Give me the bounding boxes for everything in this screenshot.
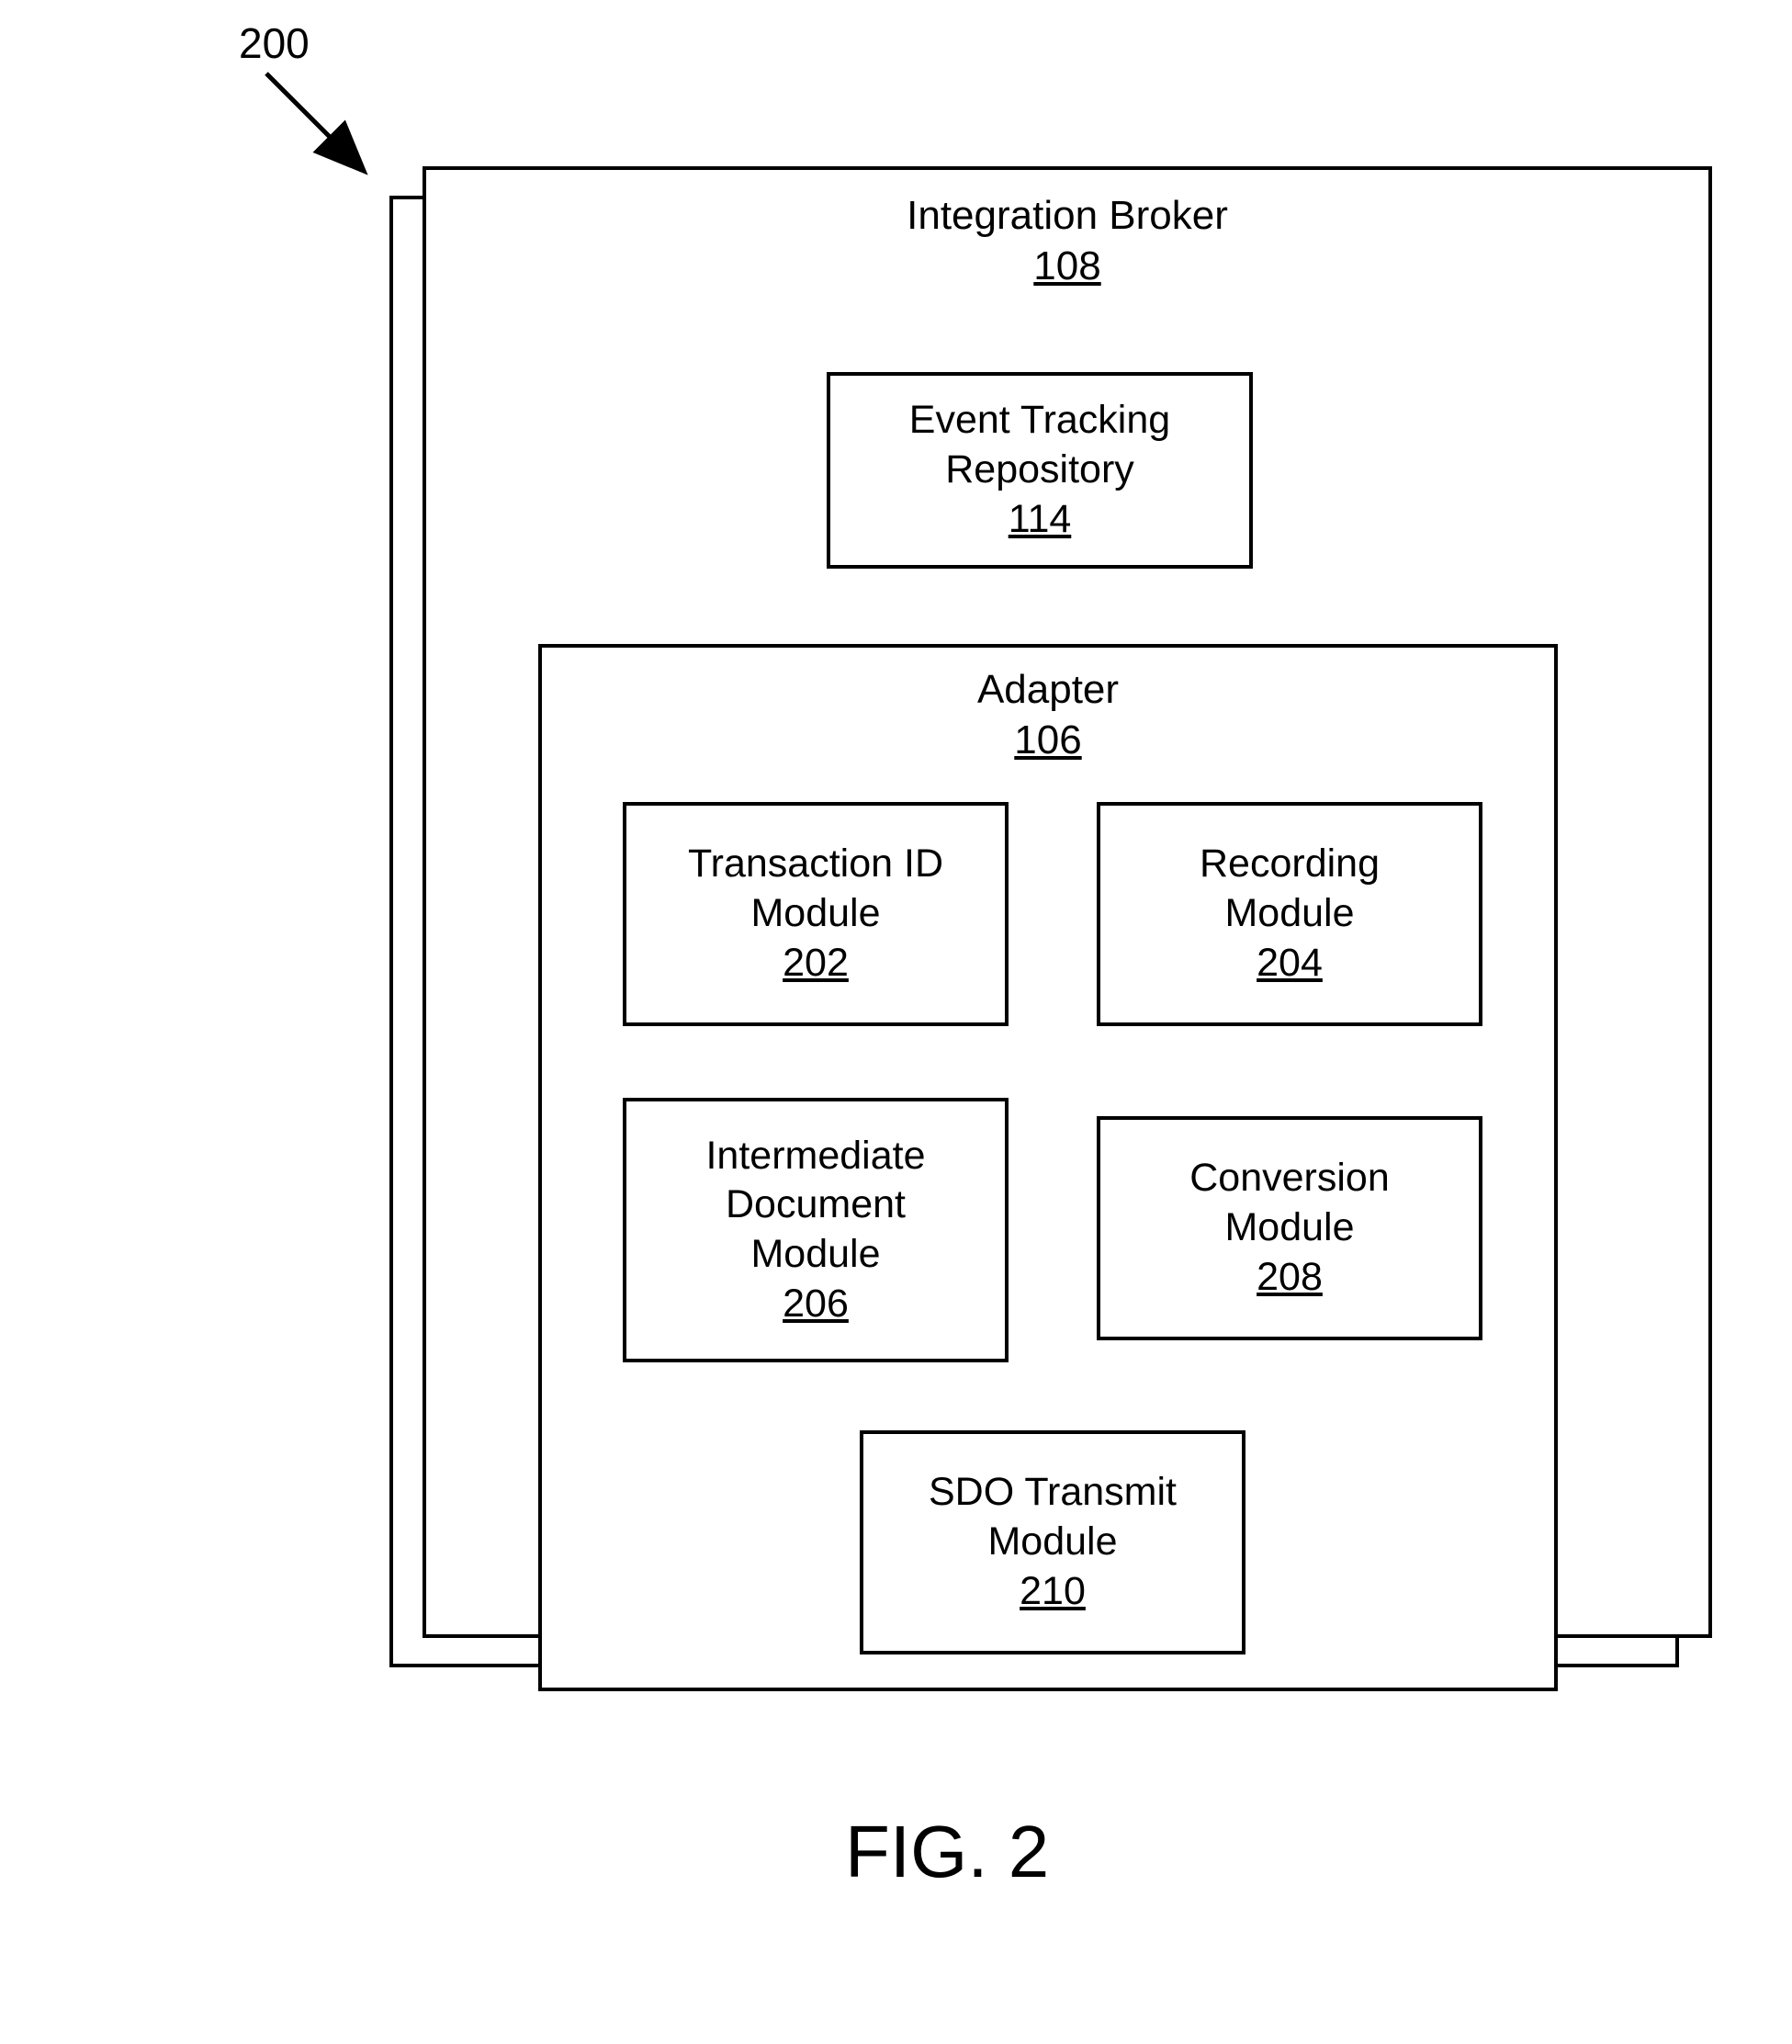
figure-caption: FIG. 2 bbox=[845, 1810, 1049, 1894]
tid-ref: 202 bbox=[783, 939, 849, 988]
sdo-transmit-module-box: SDO Transmit Module 210 bbox=[860, 1430, 1245, 1654]
rec-line2: Module bbox=[1224, 889, 1354, 939]
event-tracking-repository-box: Event Tracking Repository 114 bbox=[827, 372, 1253, 569]
intermediate-document-module-box: Intermediate Document Module 206 bbox=[623, 1098, 1009, 1362]
repo-line1: Event Tracking bbox=[909, 396, 1170, 446]
tid-line1: Transaction ID bbox=[688, 840, 943, 889]
idoc-line1: Intermediate bbox=[705, 1132, 925, 1181]
broker-ref: 108 bbox=[1033, 243, 1100, 288]
transaction-id-module-box: Transaction ID Module 202 bbox=[623, 802, 1009, 1026]
adapter-box: Adapter 106 Transaction ID Module 202 Re… bbox=[538, 644, 1558, 1691]
repo-line2: Repository bbox=[945, 446, 1134, 495]
broker-title: Integration Broker bbox=[907, 193, 1228, 238]
idoc-line3: Module bbox=[750, 1230, 880, 1280]
broker-title-block: Integration Broker 108 bbox=[426, 190, 1708, 291]
sdo-line1: SDO Transmit bbox=[929, 1468, 1177, 1518]
diagram-callout-number: 200 bbox=[239, 18, 310, 68]
repo-ref: 114 bbox=[1009, 495, 1072, 545]
sdo-ref: 210 bbox=[1020, 1567, 1086, 1617]
conv-line1: Conversion bbox=[1189, 1154, 1390, 1203]
conversion-module-box: Conversion Module 208 bbox=[1097, 1116, 1482, 1340]
sdo-line2: Module bbox=[987, 1518, 1117, 1567]
integration-broker-box: Integration Broker 108 Event Tracking Re… bbox=[423, 166, 1712, 1638]
idoc-line2: Document bbox=[726, 1180, 906, 1230]
recording-module-box: Recording Module 204 bbox=[1097, 802, 1482, 1026]
conv-line2: Module bbox=[1224, 1203, 1354, 1253]
idoc-ref: 206 bbox=[783, 1280, 849, 1329]
rec-ref: 204 bbox=[1257, 939, 1323, 988]
rec-line1: Recording bbox=[1200, 840, 1380, 889]
callout-arrow bbox=[257, 64, 386, 184]
adapter-ref: 106 bbox=[1014, 717, 1081, 762]
tid-line2: Module bbox=[750, 889, 880, 939]
adapter-title-block: Adapter 106 bbox=[542, 664, 1554, 765]
conv-ref: 208 bbox=[1257, 1253, 1323, 1303]
adapter-title: Adapter bbox=[977, 667, 1119, 712]
